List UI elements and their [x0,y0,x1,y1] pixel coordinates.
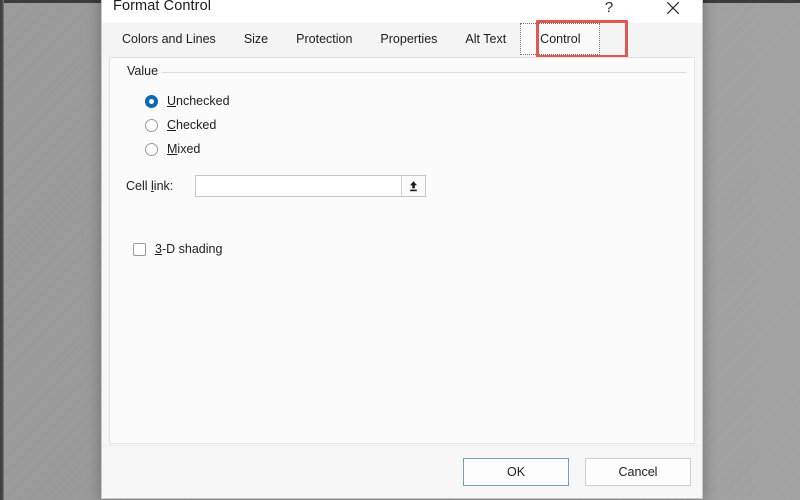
radio-mixed-accelerator: M [167,142,178,156]
radio-checked-mark [145,118,158,132]
value-group-frame [119,72,686,73]
radio-mixed[interactable]: Mixed [145,140,200,158]
dialog-title: Format Control [113,0,212,14]
control-tab-panel: Value Unchecked Checked Mixed Cell link: [109,57,695,444]
tab-colors-and-lines[interactable]: Colors and Lines [108,23,230,55]
cell-link-input[interactable] [196,176,401,196]
radio-unchecked-mark [145,94,158,108]
radio-mixed-text: ixed [177,142,201,156]
close-icon[interactable] [658,0,688,21]
tab-strip: Colors and Lines Size Protection Propert… [102,20,702,58]
radio-mixed-label: Mixed [167,142,200,156]
ok-button[interactable]: OK [463,458,569,486]
tab-size[interactable]: Size [230,23,282,55]
tab-properties[interactable]: Properties [366,23,451,55]
shading-label-accelerator: 3 [155,242,162,256]
cell-link-field [195,175,426,197]
dialog-footer: OK Cancel [102,445,702,498]
cell-link-row: Cell link: [126,175,426,197]
cancel-button[interactable]: Cancel [585,458,691,486]
value-group-label: Value [123,64,163,78]
value-group-box: Value Unchecked Checked Mixed Cell link: [119,62,686,422]
help-icon-glyph: ? [604,0,614,16]
dialog-titlebar: Format Control ? [102,0,702,23]
format-control-dialog: Format Control ? Colors and Lines Size P… [101,0,703,499]
collapse-dialog-arrow-icon[interactable] [401,176,425,196]
radio-checked-text: hecked [176,118,217,132]
radio-unchecked[interactable]: Unchecked [145,92,230,110]
shading-label-text: -D shading [161,242,223,256]
radio-mixed-mark [145,142,158,156]
radio-unchecked-text: nchecked [176,94,230,108]
tab-alt-text[interactable]: Alt Text [451,23,520,55]
cell-link-label-post: ink: [153,179,174,193]
radio-checked-label: Checked [167,118,216,132]
tab-protection[interactable]: Protection [282,23,366,55]
cell-link-label: Cell link: [126,179,195,193]
radio-unchecked-accelerator: U [167,94,177,108]
shading-checkbox-row[interactable]: 3-D shading [133,242,222,256]
shading-checkbox-label: 3-D shading [155,242,222,256]
help-icon[interactable]: ? [594,0,624,21]
shading-checkbox[interactable] [133,242,146,256]
radio-unchecked-label: Unchecked [167,94,230,108]
radio-checked[interactable]: Checked [145,116,216,134]
cell-link-label-pre: Cell [126,179,152,193]
desktop-left-edge [0,0,4,500]
tab-control[interactable]: Control [520,23,601,55]
radio-checked-accelerator: C [167,118,177,132]
